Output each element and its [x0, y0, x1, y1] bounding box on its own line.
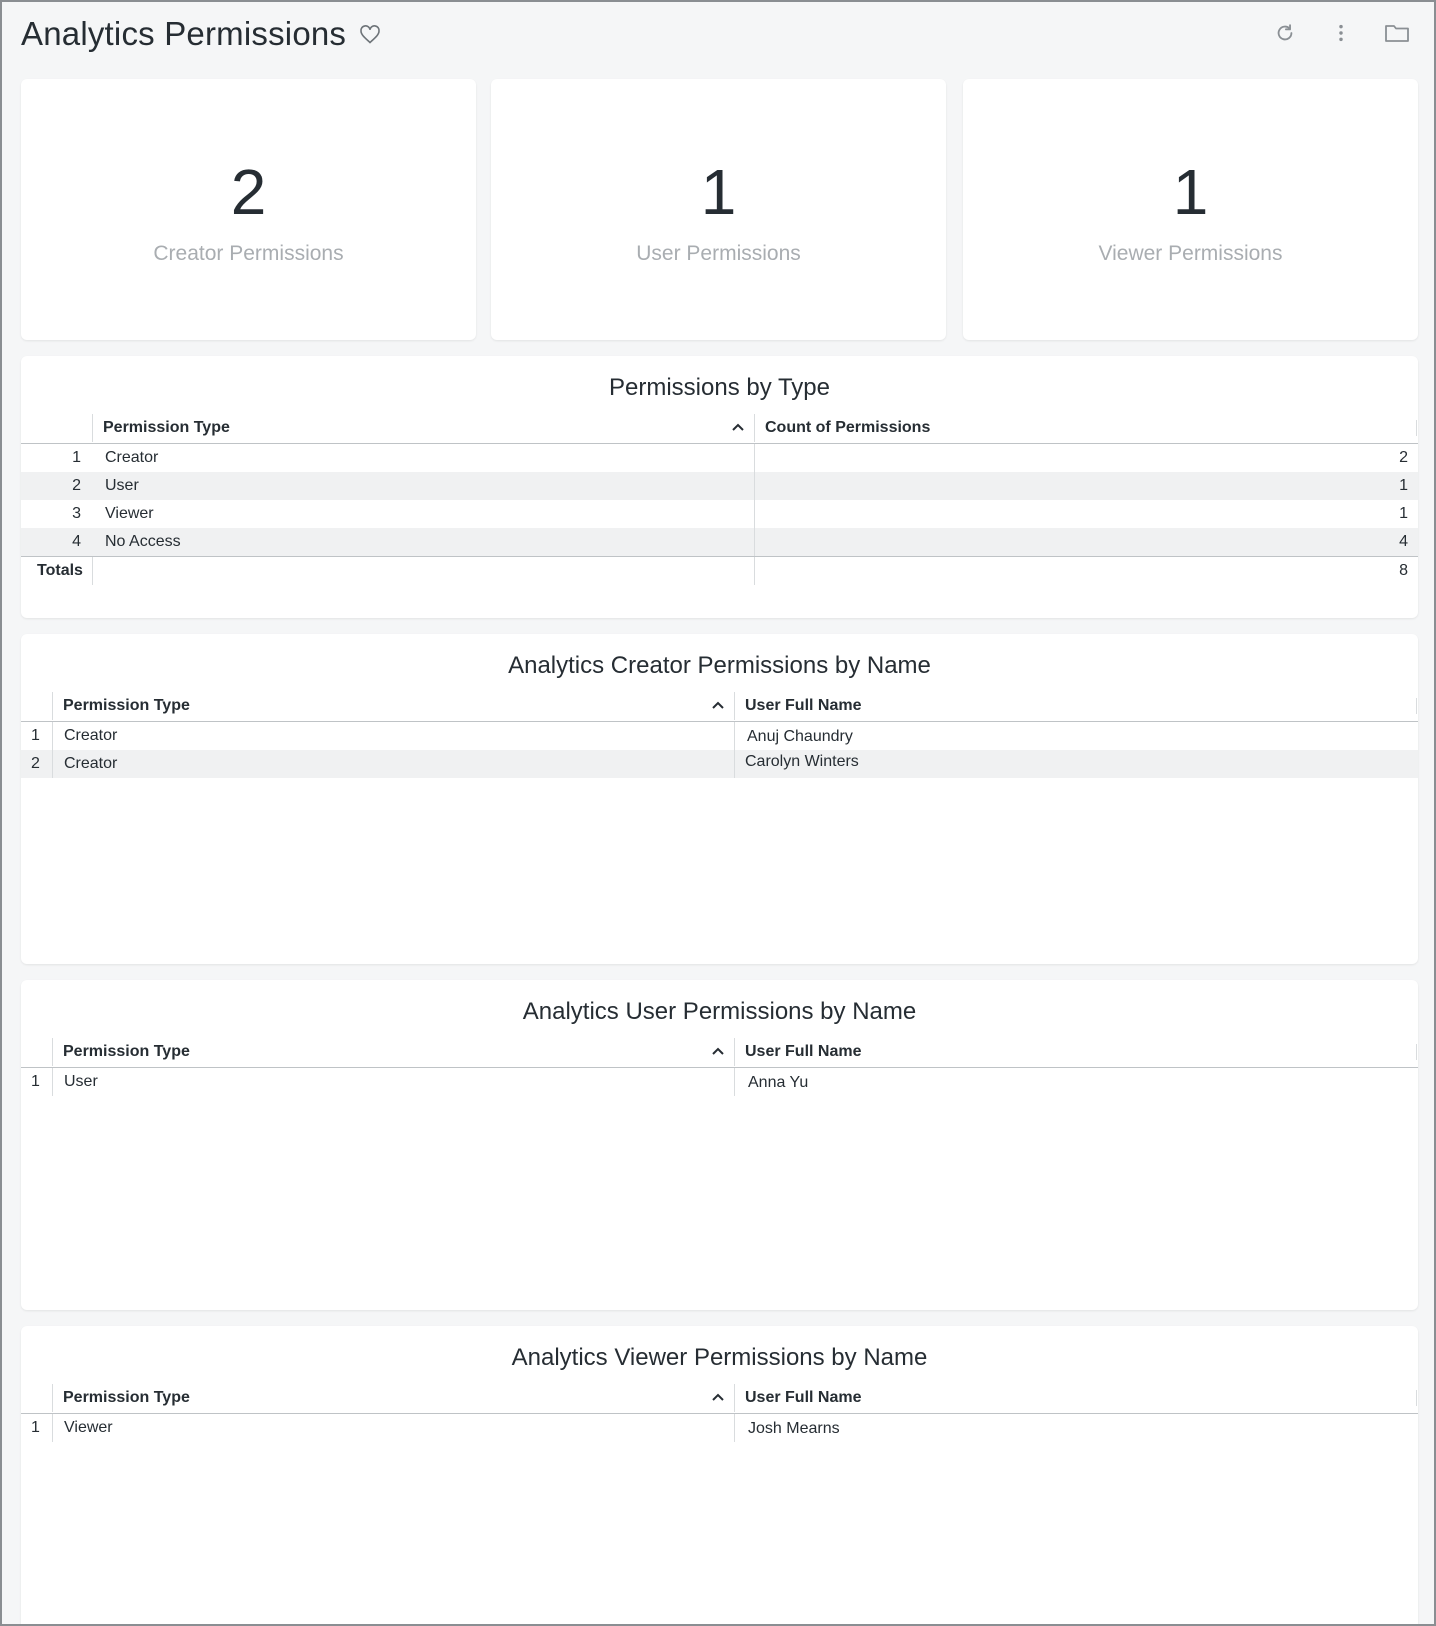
cell-permission-type: Creator: [105, 449, 159, 466]
kpi-user-permissions: 1 User Permissions: [491, 79, 946, 340]
reload-icon[interactable]: [1270, 18, 1300, 48]
column-header-permission-type[interactable]: Permission Type: [63, 1389, 190, 1407]
more-vertical-icon[interactable]: [1326, 18, 1356, 48]
kpi-label: User Permissions: [636, 241, 801, 265]
table-row: 1 Viewer Josh Mearns: [21, 1414, 1418, 1442]
table-row: 2 Creator Carolyn Winters: [21, 750, 1418, 778]
cell-user-full-name: Anuj Chaundry: [747, 728, 853, 745]
chevron-up-icon[interactable]: [711, 700, 725, 710]
tile-permissions-by-type: Permissions by Type Permission Type Coun…: [21, 356, 1418, 618]
cell-user-full-name: Carolyn Winters: [745, 753, 859, 770]
cell-count: 1: [1399, 505, 1408, 522]
column-header-user-full-name[interactable]: User Full Name: [745, 1043, 861, 1061]
tile-user-permissions-by-name: Analytics User Permissions by Name Permi…: [21, 980, 1418, 1310]
tile-creator-permissions-by-name: Analytics Creator Permissions by Name Pe…: [21, 634, 1418, 964]
cell-permission-type: Creator: [64, 755, 118, 772]
tile-viewer-permissions-by-name: Analytics Viewer Permissions by Name Per…: [21, 1326, 1418, 1626]
tile-title: Analytics User Permissions by Name: [522, 998, 917, 1025]
cell-user-full-name: Anna Yu: [748, 1074, 809, 1091]
cell-permission-type: No Access: [105, 533, 181, 550]
table-row: 3 Viewer 1: [21, 500, 1418, 528]
cell-permission-type: Viewer: [105, 505, 154, 522]
row-number: 1: [31, 1419, 40, 1436]
table-row: 1 Creator Anuj Chaundry: [21, 722, 1418, 750]
tile-title: Permissions by Type: [609, 374, 830, 401]
totals-label: Totals: [37, 562, 83, 579]
kpi-value: 1: [1172, 155, 1209, 228]
column-header-count-of-permissions[interactable]: Count of Permissions: [765, 419, 930, 437]
row-number: 1: [72, 449, 81, 466]
kpi-value: 2: [230, 155, 267, 228]
cell-count: 1: [1399, 477, 1408, 494]
kpi-viewer-permissions: 1 Viewer Permissions: [963, 79, 1418, 340]
row-number: 2: [31, 755, 40, 772]
cell-count: 2: [1399, 449, 1408, 466]
column-header-permission-type[interactable]: Permission Type: [103, 419, 230, 437]
row-number: 4: [72, 533, 81, 550]
column-header-permission-type[interactable]: Permission Type: [63, 697, 190, 715]
cell-permission-type: Viewer: [64, 1419, 113, 1436]
folder-icon[interactable]: [1382, 18, 1412, 48]
row-number: 3: [72, 505, 81, 522]
chevron-up-icon[interactable]: [731, 422, 745, 432]
column-header-user-full-name[interactable]: User Full Name: [745, 697, 861, 715]
kpi-value: 1: [700, 155, 737, 228]
kpi-label: Viewer Permissions: [1098, 241, 1283, 265]
cell-count: 4: [1399, 533, 1408, 550]
row-number: 1: [31, 727, 40, 744]
row-number: 1: [31, 1073, 40, 1090]
cell-user-full-name: Josh Mearns: [748, 1420, 840, 1437]
heart-outline-icon[interactable]: [358, 22, 382, 46]
dashboard-header: Analytics Permissions: [21, 14, 1412, 54]
column-header-permission-type[interactable]: Permission Type: [63, 1043, 190, 1061]
chevron-up-icon[interactable]: [711, 1392, 725, 1402]
cell-permission-type: Creator: [64, 727, 118, 744]
cell-permission-type: User: [64, 1073, 98, 1090]
dashboard-title: Analytics Permissions: [21, 15, 347, 52]
header-actions: [1244, 18, 1412, 48]
kpi-label: Creator Permissions: [153, 241, 344, 265]
totals-value: 8: [1399, 562, 1408, 579]
table-row: 1 User Anna Yu: [21, 1068, 1418, 1096]
row-number: 2: [72, 477, 81, 494]
tile-title: Analytics Creator Permissions by Name: [508, 652, 931, 679]
column-header-user-full-name[interactable]: User Full Name: [745, 1389, 861, 1407]
chevron-up-icon[interactable]: [711, 1046, 725, 1056]
table-row: 2 User 1: [21, 472, 1418, 500]
table-row: 1 Creator 2: [21, 444, 1418, 472]
table-row: 4 No Access 4: [21, 528, 1418, 556]
kpi-creator-permissions: 2 Creator Permissions: [21, 79, 476, 340]
tile-title: Analytics Viewer Permissions by Name: [511, 1344, 928, 1371]
cell-permission-type: User: [105, 477, 139, 494]
